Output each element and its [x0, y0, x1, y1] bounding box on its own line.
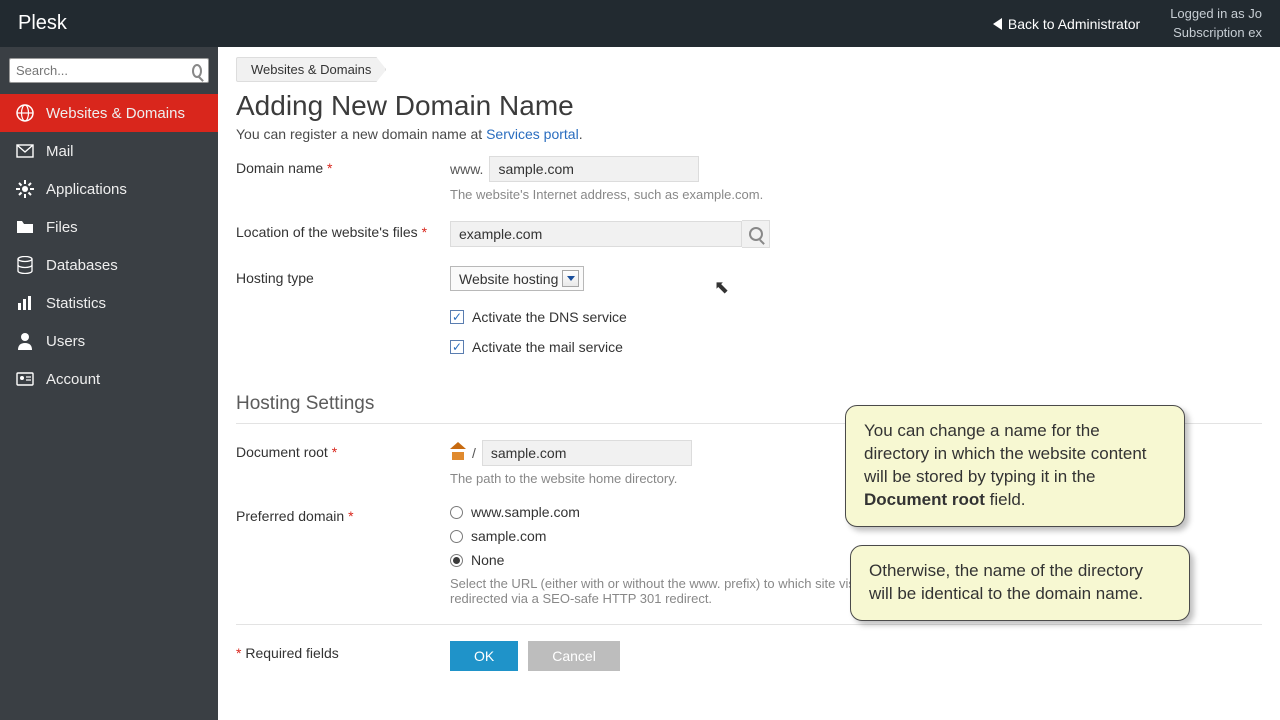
- required-asterisk: *: [327, 160, 332, 176]
- sidebar-item-applications[interactable]: Applications: [0, 170, 218, 208]
- callout-document-root: You can change a name for the directory …: [845, 405, 1185, 527]
- logged-in-prefix: Logged in as: [1170, 6, 1244, 21]
- login-info: Logged in as Jo Subscription ex: [1170, 5, 1262, 41]
- sidebar-item-label: Account: [46, 371, 100, 388]
- sidebar-item-label: Users: [46, 333, 85, 350]
- main-content: Websites & Domains Adding New Domain Nam…: [218, 47, 1280, 720]
- preferred-domain-label: Preferred domain: [236, 508, 344, 524]
- preferred-www-radio[interactable]: [450, 506, 463, 519]
- sidebar-item-label: Databases: [46, 257, 118, 274]
- sidebar-search[interactable]: [9, 58, 209, 83]
- preferred-none-radio[interactable]: [450, 554, 463, 567]
- sidebar-item-files[interactable]: Files: [0, 208, 218, 246]
- subscription-prefix: Subscription: [1173, 25, 1245, 40]
- user-icon: [16, 332, 34, 350]
- search-input[interactable]: [16, 63, 192, 78]
- sidebar-item-statistics[interactable]: Statistics: [0, 284, 218, 322]
- required-asterisk: *: [236, 645, 241, 661]
- intro-suffix: .: [579, 126, 583, 142]
- sidebar-item-account[interactable]: Account: [0, 360, 218, 398]
- domain-name-label: Domain name: [236, 160, 323, 176]
- sidebar: Websites & Domains Mail Applications Fil…: [0, 47, 218, 720]
- preferred-none-label: None: [471, 552, 504, 568]
- search-icon: [192, 64, 202, 78]
- home-icon: [450, 446, 466, 460]
- ok-button[interactable]: OK: [450, 641, 518, 671]
- brand-logo: Plesk: [18, 12, 67, 35]
- hosting-type-value: Website hosting: [459, 271, 558, 287]
- back-to-admin-link[interactable]: Back to Administrator: [993, 16, 1140, 32]
- hosting-type-select[interactable]: Website hosting: [450, 266, 584, 291]
- folder-icon: [16, 218, 34, 236]
- sidebar-item-websites[interactable]: Websites & Domains: [0, 94, 218, 132]
- required-asterisk: *: [332, 444, 337, 460]
- top-bar: Plesk Back to Administrator Logged in as…: [0, 0, 1280, 47]
- chevron-down-icon: [562, 270, 579, 287]
- domain-name-hint: The website's Internet address, such as …: [450, 187, 1262, 202]
- preferred-bare-label: sample.com: [471, 528, 546, 544]
- sidebar-item-label: Websites & Domains: [46, 105, 185, 122]
- slash-separator: /: [472, 445, 476, 461]
- breadcrumb-item-websites[interactable]: Websites & Domains: [236, 57, 386, 82]
- mail-checkbox-label: Activate the mail service: [472, 339, 623, 355]
- dns-checkbox-label: Activate the DNS service: [472, 309, 627, 325]
- location-input[interactable]: example.com: [450, 221, 742, 247]
- gear-icon: [16, 180, 34, 198]
- required-asterisk: *: [422, 224, 427, 240]
- domain-name-input[interactable]: sample.com: [489, 156, 699, 182]
- cancel-button[interactable]: Cancel: [528, 641, 620, 671]
- callout-otherwise: Otherwise, the name of the directory wil…: [850, 545, 1190, 621]
- mail-checkbox[interactable]: [450, 340, 464, 354]
- required-fields-label: Required fields: [245, 645, 338, 661]
- hosting-type-label: Hosting type: [236, 270, 314, 286]
- back-to-admin-label: Back to Administrator: [1008, 16, 1140, 32]
- services-portal-link[interactable]: Services portal: [486, 126, 579, 142]
- sidebar-item-users[interactable]: Users: [0, 322, 218, 360]
- www-prefix: www.: [450, 161, 483, 177]
- sidebar-item-mail[interactable]: Mail: [0, 132, 218, 170]
- preferred-bare-radio[interactable]: [450, 530, 463, 543]
- preferred-www-label: www.sample.com: [471, 504, 580, 520]
- back-arrow-icon: [993, 18, 1002, 30]
- database-icon: [16, 256, 34, 274]
- intro-text: You can register a new domain name at Se…: [218, 126, 1280, 156]
- chart-icon: [16, 294, 34, 312]
- search-icon: [749, 227, 763, 241]
- sidebar-item-label: Mail: [46, 143, 74, 160]
- sidebar-item-label: Files: [46, 219, 78, 236]
- document-root-label: Document root: [236, 444, 328, 460]
- sidebar-item-label: Statistics: [46, 295, 106, 312]
- mail-icon: [16, 142, 34, 160]
- globe-icon: [16, 104, 34, 122]
- document-root-input[interactable]: sample.com: [482, 440, 692, 466]
- sidebar-item-label: Applications: [46, 181, 127, 198]
- page-title: Adding New Domain Name: [218, 82, 1280, 126]
- divider: [236, 624, 1262, 625]
- location-label: Location of the website's files: [236, 224, 418, 240]
- subscription-value: ex: [1248, 25, 1262, 40]
- location-browse-button[interactable]: [742, 220, 770, 248]
- card-icon: [16, 370, 34, 388]
- breadcrumb: Websites & Domains: [218, 47, 1280, 82]
- sidebar-item-databases[interactable]: Databases: [0, 246, 218, 284]
- logged-in-user: Jo: [1248, 6, 1262, 21]
- dns-checkbox[interactable]: [450, 310, 464, 324]
- required-asterisk: *: [348, 508, 353, 524]
- intro-prefix: You can register a new domain name at: [236, 126, 486, 142]
